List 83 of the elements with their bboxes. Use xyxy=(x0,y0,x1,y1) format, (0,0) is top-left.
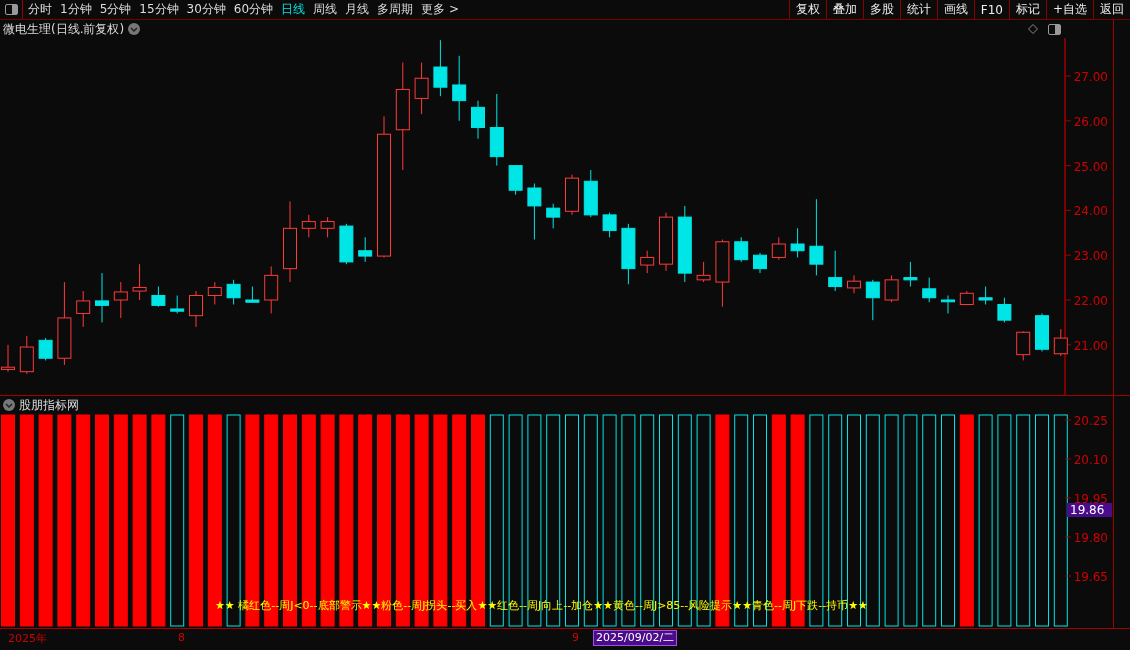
period-tab[interactable]: 分时 xyxy=(28,1,52,18)
period-tab[interactable]: 多周期 xyxy=(377,1,414,18)
candlestick xyxy=(884,274,899,303)
candlestick xyxy=(922,277,937,303)
candlestick xyxy=(978,286,993,305)
candlestick xyxy=(583,169,598,218)
candlestick xyxy=(76,290,91,328)
price-tick-label: 21.00 xyxy=(1073,338,1108,353)
candlestick xyxy=(433,39,448,97)
candlestick xyxy=(301,214,316,238)
candlestick xyxy=(997,297,1012,323)
price-tick-label: 27.00 xyxy=(1073,70,1108,84)
candlestick xyxy=(771,236,786,261)
price-tick-label: 23.00 xyxy=(1073,249,1108,264)
period-tab[interactable]: 60分钟 xyxy=(233,1,274,18)
panel-icon xyxy=(4,4,18,15)
candlestick xyxy=(508,165,523,196)
candlestick xyxy=(1016,330,1031,361)
candlestick xyxy=(170,295,185,314)
period-tab[interactable]: 周线 xyxy=(313,1,338,18)
candlestick xyxy=(847,274,861,294)
month-label: 8 xyxy=(178,631,185,644)
current-value-label: 19.86 xyxy=(1067,503,1112,517)
candlestick xyxy=(320,216,335,238)
price-tick-label: 26.00 xyxy=(1073,114,1108,129)
candlestick xyxy=(113,281,128,319)
candlestick xyxy=(95,272,109,323)
candlestick xyxy=(38,337,53,361)
candlestick xyxy=(151,286,166,308)
candlestick xyxy=(640,250,655,274)
candlestick xyxy=(659,212,673,272)
scale-label: 19.65 xyxy=(1073,570,1108,584)
candlestick xyxy=(471,100,485,140)
candlestick xyxy=(696,261,711,283)
period-tab[interactable]: 15分钟 xyxy=(139,1,179,18)
scale-label: 19.80 xyxy=(1073,531,1108,545)
indicator-title: 股朋指标网 xyxy=(19,396,79,414)
price-tick-label: 25.00 xyxy=(1073,159,1108,174)
candlestick xyxy=(546,203,561,229)
dropdown-icon[interactable] xyxy=(3,399,15,411)
period-tab[interactable]: 更多 > xyxy=(421,1,459,18)
candlestick xyxy=(132,263,147,301)
year-label: 2025年 xyxy=(8,631,47,646)
candlestick xyxy=(734,236,749,263)
candlestick xyxy=(602,212,617,238)
candlestick xyxy=(189,290,203,328)
scale-label: 20.25 xyxy=(1073,414,1108,428)
candlestick xyxy=(339,223,354,265)
candlestick xyxy=(715,239,730,308)
month-label: 9 xyxy=(572,631,579,644)
period-tab[interactable]: 日线 xyxy=(281,1,306,18)
candlestick xyxy=(1035,312,1049,352)
price-tick-label: 22.00 xyxy=(1073,294,1108,308)
cursor-date-label: 2025/09/02/二 xyxy=(593,630,678,646)
candlestick xyxy=(828,250,843,292)
price-tick-label: 24.00 xyxy=(1073,204,1108,219)
candlestick xyxy=(903,261,918,288)
candlestick xyxy=(959,290,974,305)
dropdown-icon[interactable] xyxy=(128,23,141,35)
period-tab[interactable]: 5分钟 xyxy=(99,1,132,18)
candlestick xyxy=(621,223,636,285)
scale-label: 20.10 xyxy=(1073,453,1108,467)
candlestick xyxy=(753,252,767,274)
scale-label: 19.95 xyxy=(1073,492,1108,506)
candlestick xyxy=(565,174,579,216)
candlestick xyxy=(452,55,467,122)
chart-title: 微电生理(日线.前复权) xyxy=(3,20,125,38)
period-tab[interactable]: 1分钟 xyxy=(60,1,92,18)
candlestick xyxy=(527,183,542,240)
candlestick xyxy=(19,335,34,375)
candlestick xyxy=(1053,328,1068,357)
candlestick xyxy=(207,281,222,305)
candlestick xyxy=(358,236,373,263)
candlestick xyxy=(941,295,955,314)
candlestick xyxy=(226,279,241,305)
candlestick xyxy=(865,279,880,321)
period-tab[interactable]: 30分钟 xyxy=(186,1,226,18)
candlestick xyxy=(414,62,429,115)
panel-icon[interactable] xyxy=(1048,23,1061,35)
candlestick xyxy=(245,286,260,303)
candlestick xyxy=(790,227,805,258)
period-tab[interactable]: 月线 xyxy=(345,1,370,18)
candlestick xyxy=(264,265,279,314)
